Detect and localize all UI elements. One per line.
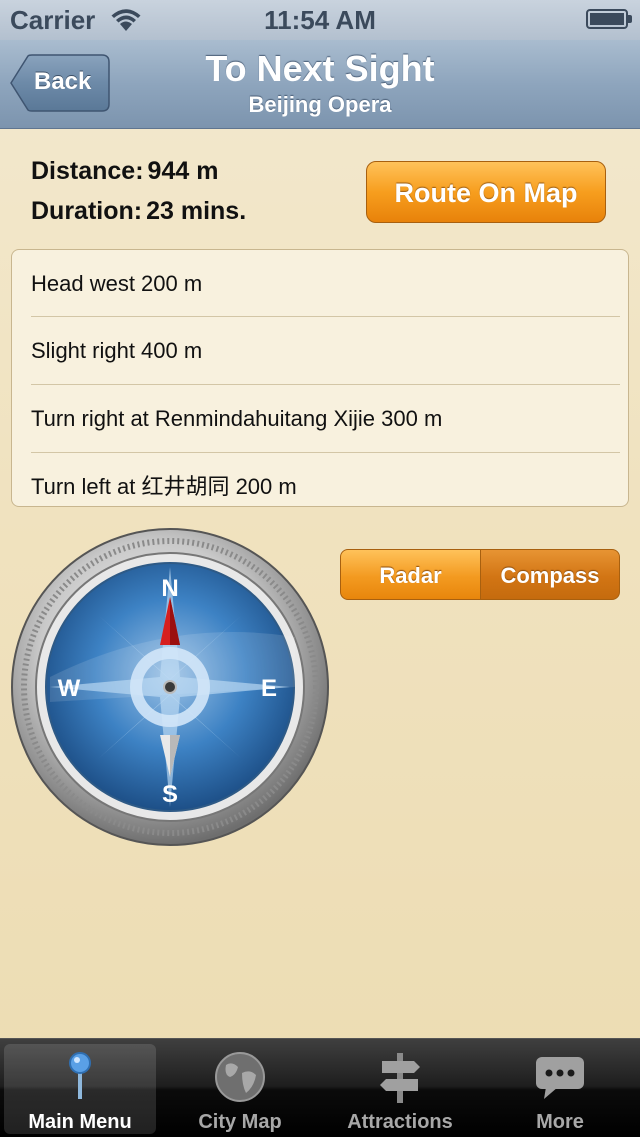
radar-segment[interactable]: Radar xyxy=(340,549,481,600)
directions-list[interactable]: Head west 200 m Slight right 400 m Turn … xyxy=(11,249,629,507)
mode-segmented-control[interactable]: Radar Compass xyxy=(340,549,620,600)
navigation-bar: Back To Next Sight Beijing Opera xyxy=(0,40,640,129)
tab-label: Main Menu xyxy=(28,1111,132,1133)
tab-city-map[interactable]: City Map xyxy=(160,1039,320,1137)
compass-east-label: E xyxy=(261,675,277,702)
duration-label: Duration: xyxy=(31,197,143,225)
compass-dial: N S E W xyxy=(11,528,329,846)
clock: 11:54 AM xyxy=(264,5,376,35)
page-title: To Next Sight xyxy=(205,48,435,89)
compass-segment[interactable]: Compass xyxy=(480,549,620,600)
speech-bubble-icon xyxy=(536,1057,584,1099)
tab-main-menu[interactable]: Main Menu xyxy=(0,1039,160,1137)
direction-step[interactable]: Head west 200 m xyxy=(12,250,628,318)
compass-west-label: W xyxy=(58,675,81,702)
distance-label: Distance: xyxy=(31,157,144,185)
direction-step[interactable]: Turn left at 红井胡同 200 m xyxy=(12,453,628,506)
distance-info: Distance: 944 m xyxy=(31,157,218,186)
page-subtitle: Beijing Opera xyxy=(248,92,392,117)
signpost-icon xyxy=(380,1053,420,1103)
compass-north-label: N xyxy=(161,575,178,602)
tab-bar: Main Menu City Map Attractions More xyxy=(0,1038,640,1137)
map-pin-icon xyxy=(69,1052,91,1099)
tab-more[interactable]: More xyxy=(480,1039,640,1137)
compass-south-label: S xyxy=(162,781,178,808)
tab-label: More xyxy=(536,1111,584,1133)
duration-value: 23 mins. xyxy=(146,197,247,225)
globe-icon xyxy=(215,1052,265,1102)
tab-attractions[interactable]: Attractions xyxy=(320,1039,480,1137)
distance-value: 944 m xyxy=(147,157,219,185)
route-on-map-button[interactable]: Route On Map xyxy=(366,161,606,223)
duration-info: Duration: 23 mins. xyxy=(31,197,246,226)
status-bar: Carrier 11:54 AM xyxy=(0,0,640,40)
tab-label: Attractions xyxy=(347,1111,453,1133)
battery-icon xyxy=(586,9,632,29)
direction-step[interactable]: Slight right 400 m xyxy=(12,317,628,385)
tab-label: City Map xyxy=(198,1111,282,1133)
direction-step[interactable]: Turn right at Renmindahuitang Xijie 300 … xyxy=(12,385,628,453)
